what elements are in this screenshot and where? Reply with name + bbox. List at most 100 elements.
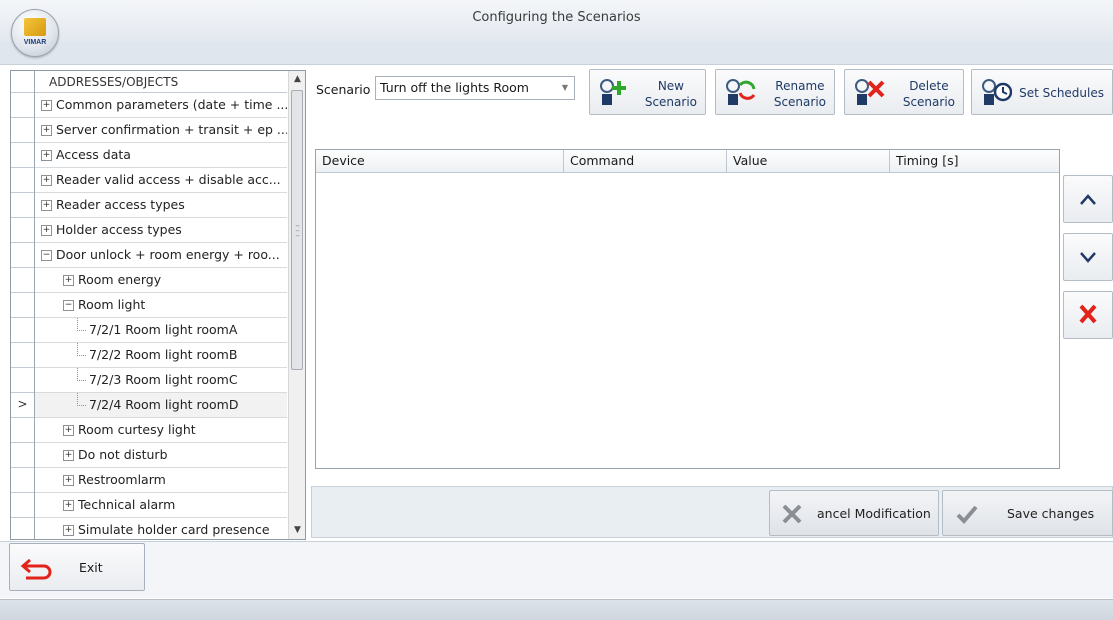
application-menu-button[interactable]: VIMAR	[11, 9, 59, 57]
expand-plus-icon[interactable]: +	[63, 525, 74, 536]
row-header-cell[interactable]	[11, 318, 34, 343]
row-header-cell[interactable]	[11, 243, 34, 268]
tree-item[interactable]: + Holder access types	[35, 218, 287, 243]
column-value[interactable]: Value	[727, 150, 890, 172]
row-header-cell[interactable]	[11, 293, 34, 318]
row-header-cell[interactable]	[11, 518, 34, 539]
tree-item[interactable]: + Reader valid access + disable acc...	[35, 168, 287, 193]
scroll-down-arrow-icon[interactable]: ▼	[289, 522, 305, 539]
row-header-cell[interactable]	[11, 93, 34, 118]
scroll-thumb[interactable]: – – –	[291, 90, 303, 370]
expand-plus-icon[interactable]: +	[41, 100, 52, 111]
delete-scenario-icon	[855, 79, 885, 105]
chevron-up-icon	[1080, 194, 1096, 205]
tree-scrollbar[interactable]: ▲ – – – ▼	[288, 71, 305, 539]
tree-connector-line	[77, 343, 86, 356]
tree-item[interactable]: + Restroomlarm	[35, 468, 287, 493]
row-header-cell[interactable]	[11, 218, 34, 243]
column-command[interactable]: Command	[564, 150, 727, 172]
grip-icon: – – –	[295, 221, 300, 241]
title-bar: Configuring the Scenarios	[0, 0, 1113, 43]
row-header-cell[interactable]	[11, 493, 34, 518]
row-header-cell[interactable]	[11, 418, 34, 443]
cancel-modification-button[interactable]: ancel Modification	[769, 490, 939, 536]
expand-plus-icon[interactable]: +	[63, 275, 74, 286]
row-header-cell[interactable]	[11, 168, 34, 193]
expand-plus-icon[interactable]: +	[63, 475, 74, 486]
row-header-cell[interactable]	[11, 118, 34, 143]
row-header-cell[interactable]	[11, 443, 34, 468]
schedule-clock-icon	[982, 79, 1012, 105]
tree-item[interactable]: + Room curtesy light	[35, 418, 287, 443]
red-x-icon	[1079, 304, 1097, 324]
scenario-dropdown[interactable]: Turn off the lights Room ▼	[375, 76, 575, 100]
tree-item[interactable]: + Room energy	[35, 268, 287, 293]
column-device[interactable]: Device	[316, 150, 564, 172]
tree-item[interactable]: − Room light	[35, 293, 287, 318]
vimar-logo-icon	[24, 18, 46, 36]
exit-button[interactable]: Exit	[9, 543, 145, 591]
new-scenario-button[interactable]: New Scenario	[589, 69, 706, 115]
tree-connector-line	[77, 393, 86, 406]
save-changes-button[interactable]: Save changes	[942, 490, 1113, 536]
tree-item[interactable]: + Do not disturb	[35, 443, 287, 468]
expand-plus-icon[interactable]: +	[41, 225, 52, 236]
column-timing[interactable]: Timing [s]	[890, 150, 1059, 172]
expand-plus-icon[interactable]: +	[41, 150, 52, 161]
tree-item[interactable]: + Reader access types	[35, 193, 287, 218]
tree-item[interactable]: 7/2/4 Room light roomD	[35, 393, 287, 418]
expand-plus-icon[interactable]: +	[41, 125, 52, 136]
row-header-cell[interactable]	[11, 468, 34, 493]
tree-item[interactable]: + Access data	[35, 143, 287, 168]
tree-item[interactable]: + Simulate holder card presence	[35, 518, 287, 539]
row-header-cell[interactable]	[11, 368, 34, 393]
collapse-minus-icon[interactable]: −	[41, 250, 52, 261]
tree-item-label: Room energy	[78, 272, 162, 287]
exit-bar	[0, 541, 1113, 598]
chevron-down-icon	[1080, 252, 1096, 263]
row-header-cell[interactable]	[11, 343, 34, 368]
tree-item[interactable]: − Door unlock + room energy + roo...	[35, 243, 287, 268]
expand-plus-icon[interactable]: +	[63, 500, 74, 511]
delete-row-button[interactable]	[1063, 291, 1113, 339]
tree-item-label: Door unlock + room energy + roo...	[56, 247, 280, 262]
rename-scenario-button[interactable]: Rename Scenario	[715, 69, 835, 115]
tree-item[interactable]: 7/2/2 Room light roomB	[35, 343, 287, 368]
tree-item[interactable]: 7/2/1 Room light roomA	[35, 318, 287, 343]
move-up-button[interactable]	[1063, 175, 1113, 223]
row-header-cell[interactable]	[11, 268, 34, 293]
delete-label-1: Delete	[909, 79, 949, 93]
tree-item[interactable]: 7/2/3 Room light roomC	[35, 368, 287, 393]
expand-plus-icon[interactable]: +	[41, 175, 52, 186]
scenario-commands-grid[interactable]: Device Command Value Timing [s]	[315, 149, 1060, 469]
tree-item-label: Do not disturb	[78, 447, 168, 462]
exit-label: Exit	[79, 560, 103, 575]
tree-item-label: Room curtesy light	[78, 422, 196, 437]
delete-scenario-button[interactable]: Delete Scenario	[844, 69, 964, 115]
gray-x-icon	[782, 504, 802, 524]
row-header-cell[interactable]: >	[11, 393, 34, 418]
expand-plus-icon[interactable]: +	[63, 450, 74, 461]
tree-item-label: Holder access types	[56, 222, 182, 237]
exit-arrow-icon	[20, 558, 52, 580]
expand-plus-icon[interactable]: +	[63, 425, 74, 436]
tree-item-label: Reader valid access + disable acc...	[56, 172, 281, 187]
tree-item-label: Access data	[56, 147, 131, 162]
tree-item-label: Common parameters (date + time ...	[56, 97, 287, 112]
scroll-up-arrow-icon[interactable]: ▲	[289, 71, 305, 88]
tree-item[interactable]: + Technical alarm	[35, 493, 287, 518]
set-schedules-button[interactable]: Set Schedules	[971, 69, 1113, 115]
rename-label-2: Scenario	[773, 95, 826, 109]
expand-plus-icon[interactable]: +	[41, 200, 52, 211]
addresses-tree-panel: > ADDRESSES/OBJECTS + Common parameters (…	[10, 70, 306, 540]
row-header-cell[interactable]	[11, 193, 34, 218]
tree-item[interactable]: + Server confirmation + transit + ep ...	[35, 118, 287, 143]
tree-item[interactable]: + Common parameters (date + time ...	[35, 93, 287, 118]
tree-item-label: 7/2/4 Room light roomD	[89, 397, 239, 412]
collapse-minus-icon[interactable]: −	[63, 300, 74, 311]
row-header-cell[interactable]	[11, 143, 34, 168]
chevron-down-icon: ▼	[561, 83, 568, 92]
move-down-button[interactable]	[1063, 233, 1113, 281]
tree-item-label: 7/2/2 Room light roomB	[89, 347, 238, 362]
rename-scenario-icon	[726, 79, 756, 105]
